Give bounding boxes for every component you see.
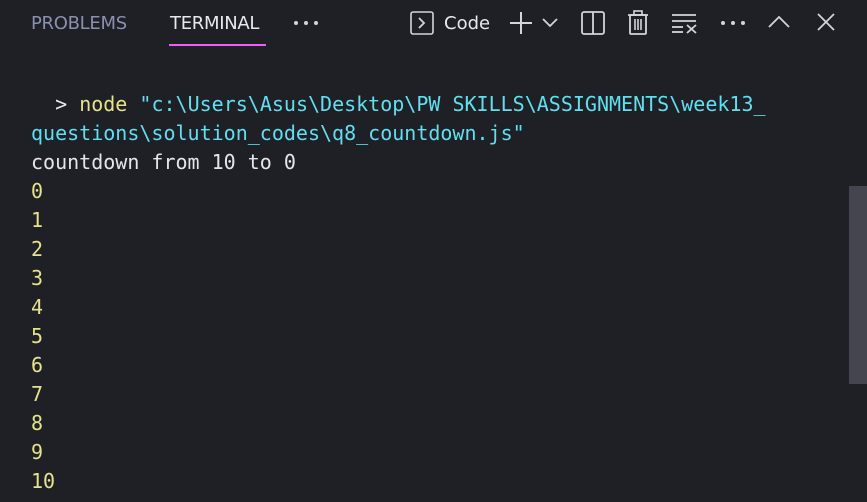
tab-terminal[interactable]: TERMINAL [170,13,259,35]
more-icon[interactable] [291,12,321,34]
output-line: 1 [31,208,44,232]
terminal-output[interactable]: > node "c:\Users\Asus\Desktop\PW SKILLS\… [0,46,848,502]
panel-header: PROBLEMS TERMINAL Code [0,0,867,46]
trash-icon[interactable] [625,9,651,37]
prompt-arrow: > [55,92,68,116]
plus-icon[interactable] [508,10,534,36]
command-path-part2: questions\solution_codes\q8_countdown.js… [31,121,525,145]
more-icon[interactable] [719,12,747,34]
output-line: 2 [31,237,44,261]
chevron-down-icon[interactable] [541,14,559,32]
close-icon[interactable] [815,11,837,33]
prompt-symbol [31,92,55,116]
split-icon[interactable] [580,10,606,36]
command-line: > node "c:\Users\Asus\Desktop\PW SKILLS\… [31,90,766,119]
chevron-up-icon[interactable] [767,12,791,32]
output-line: 6 [31,353,44,377]
output-line: 5 [31,324,44,348]
output-line: 9 [31,440,44,464]
terminal-panel: PROBLEMS TERMINAL Code > node "c:\Users\… [0,0,867,502]
output-line: 10 [31,469,56,493]
output-line: 4 [31,295,44,319]
scrollbar-thumb[interactable] [849,186,867,384]
output-line: 7 [31,382,44,406]
command-path-part1: "c:\Users\Asus\Desktop\PW SKILLS\ASSIGNM… [139,92,766,116]
output-line: 0 [31,179,44,203]
terminal-icon[interactable] [409,10,435,36]
clear-icon[interactable] [671,11,699,35]
tab-problems[interactable]: PROBLEMS [31,13,127,35]
command-name: node [79,92,128,116]
output-line: 8 [31,411,44,435]
output-header: countdown from 10 to 0 [31,150,296,174]
terminal-name-label[interactable]: Code [444,13,490,35]
output-line: 3 [31,266,44,290]
